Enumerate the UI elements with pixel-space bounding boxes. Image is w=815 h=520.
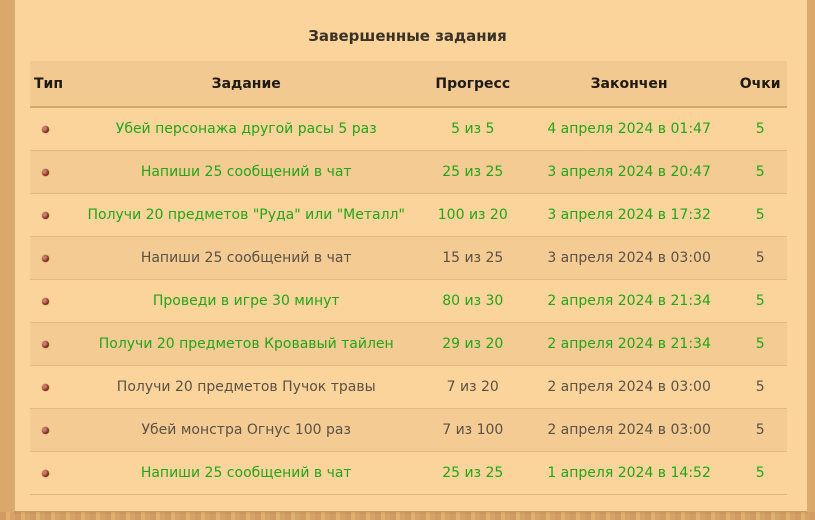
finished-cell: 3 апреля 2024 в 20:47 [547, 163, 711, 180]
quest-type-dot-icon [42, 168, 49, 176]
page-frame: Завершенные задания Тип Задание Прогресс… [0, 0, 815, 520]
completed-quests-table: Тип Задание Прогресс Закончен Очки Убей … [30, 61, 787, 495]
task-cell: Напиши 25 сообщений в чат [140, 249, 352, 266]
page-title: Завершенные задания [308, 27, 507, 45]
type-cell [30, 322, 72, 365]
header-row: Тип Задание Прогресс Закончен Очки [30, 61, 787, 107]
points-cell: 5 [755, 206, 765, 223]
finished-cell: 2 апреля 2024 в 21:34 [547, 335, 711, 352]
points-cell: 5 [755, 464, 765, 481]
quest-type-dot-icon [42, 211, 49, 219]
task-cell: Получи 20 предметов Пучок травы [116, 378, 376, 395]
progress-cell: 5 из 5 [451, 120, 495, 137]
table-header: Тип Задание Прогресс Закончен Очки [30, 61, 787, 107]
finished-cell: 1 апреля 2024 в 14:52 [547, 464, 711, 481]
progress-cell: 80 из 30 [442, 292, 504, 309]
torn-edge-decoration [0, 512, 815, 520]
type-cell [30, 193, 72, 236]
task-cell: Проведи в игре 30 минут [152, 292, 340, 309]
quest-type-dot-icon [42, 254, 49, 262]
quest-type-dot-icon [42, 426, 49, 434]
points-cell: 5 [755, 163, 765, 180]
column-header-finished: Закончен [590, 75, 668, 92]
column-header-task: Задание [211, 75, 281, 92]
quest-type-dot-icon [42, 125, 49, 133]
progress-cell: 100 из 20 [437, 206, 508, 223]
progress-cell: 7 из 100 [442, 421, 504, 438]
table-row: Убей монстра Огнус 100 раз 7 из 100 2 апре… [30, 408, 787, 451]
table-body: Убей персонажа другой расы 5 раз 5 из 5 4 … [30, 107, 787, 494]
type-cell [30, 408, 72, 451]
progress-cell: 15 из 25 [442, 249, 504, 266]
table-row: Получи 20 предметов "Руда" или "Металл" 1… [30, 193, 787, 236]
table-row: Напиши 25 сообщений в чат 25 из 25 1 апрел… [30, 451, 787, 494]
task-cell: Получи 20 предметов Кровавый тайлен [98, 335, 394, 352]
column-header-type: Тип [34, 75, 64, 92]
table-row: Напиши 25 сообщений в чат 15 из 25 3 апрел… [30, 236, 787, 279]
table-row: Убей персонажа другой расы 5 раз 5 из 5 4 … [30, 107, 787, 150]
points-cell: 5 [755, 120, 765, 137]
task-cell: Убей персонажа другой расы 5 раз [115, 120, 377, 137]
finished-cell: 3 апреля 2024 в 17:32 [547, 206, 711, 223]
type-cell [30, 451, 72, 494]
finished-cell: 2 апреля 2024 в 03:00 [547, 421, 711, 438]
table-row: Напиши 25 сообщений в чат 25 из 25 3 апрел… [30, 150, 787, 193]
type-cell [30, 236, 72, 279]
progress-cell: 29 из 20 [442, 335, 504, 352]
finished-cell: 3 апреля 2024 в 03:00 [547, 249, 711, 266]
type-cell [30, 365, 72, 408]
column-header-points: Очки [739, 75, 781, 92]
quest-type-dot-icon [42, 383, 49, 391]
finished-cell: 4 апреля 2024 в 01:47 [547, 120, 711, 137]
finished-cell: 2 апреля 2024 в 03:00 [547, 378, 711, 395]
points-cell: 5 [755, 421, 765, 438]
type-cell [30, 107, 72, 150]
progress-cell: 7 из 20 [446, 378, 499, 395]
task-cell: Напиши 25 сообщений в чат [140, 464, 352, 481]
points-cell: 5 [755, 249, 765, 266]
column-header-progress: Прогресс [435, 75, 511, 92]
points-cell: 5 [755, 292, 765, 309]
progress-cell: 25 из 25 [442, 464, 504, 481]
points-cell: 5 [755, 335, 765, 352]
table-row: Получи 20 предметов Кровавый тайлен 29 из… [30, 322, 787, 365]
quest-type-dot-icon [42, 340, 49, 348]
quest-type-dot-icon [42, 469, 49, 477]
task-cell: Убей монстра Огнус 100 раз [141, 421, 351, 438]
type-cell [30, 150, 72, 193]
finished-cell: 2 апреля 2024 в 21:34 [547, 292, 711, 309]
points-cell: 5 [755, 378, 765, 395]
task-cell: Получи 20 предметов "Руда" или "Металл" [87, 206, 405, 223]
quest-type-dot-icon [42, 297, 49, 305]
task-cell: Напиши 25 сообщений в чат [140, 163, 352, 180]
type-cell [30, 279, 72, 322]
table-row: Проведи в игре 30 минут 80 из 30 2 апреля … [30, 279, 787, 322]
progress-cell: 25 из 25 [442, 163, 504, 180]
table-row: Получи 20 предметов Пучок травы 7 из 20 2 … [30, 365, 787, 408]
